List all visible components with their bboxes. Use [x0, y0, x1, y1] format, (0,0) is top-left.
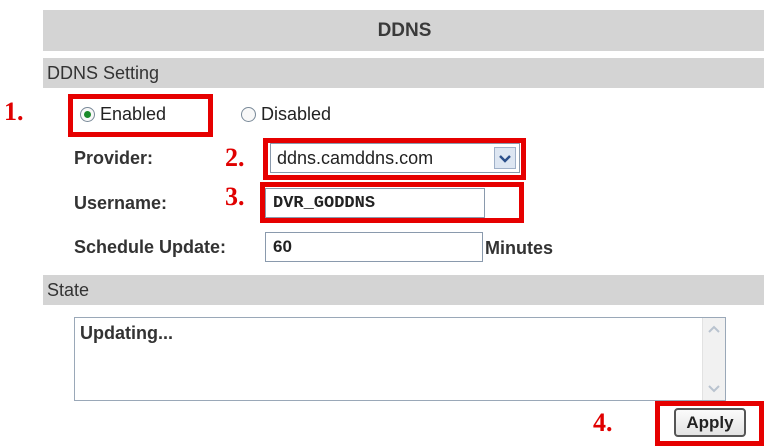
scroll-up-icon[interactable] [706, 321, 722, 337]
highlight-enabled-radio [68, 94, 213, 137]
username-label: Username: [74, 193, 168, 213]
schedule-update-label: Schedule Update: [74, 237, 227, 257]
page-title-bar: DDNS [43, 10, 764, 51]
page-title: DDNS [377, 19, 432, 41]
radio-disabled-icon[interactable] [241, 107, 256, 122]
schedule-update-input[interactable]: 60 [265, 232, 483, 262]
state-text: Updating... [80, 323, 173, 343]
ddns-setting-header: DDNS Setting [43, 58, 764, 88]
highlight-username-input [260, 182, 524, 223]
step-3-marker: 3. [225, 182, 245, 211]
ddns-setting-label: DDNS Setting [47, 62, 160, 83]
provider-label: Provider: [74, 148, 154, 168]
radio-disabled-label: Disabled [261, 104, 332, 124]
state-scrollbar[interactable] [702, 318, 725, 400]
step-1-marker: 1. [4, 97, 24, 126]
highlight-provider-select [263, 138, 526, 180]
schedule-update-value: 60 [273, 237, 292, 256]
state-textarea[interactable]: Updating... [74, 317, 726, 401]
scroll-down-icon[interactable] [706, 381, 722, 397]
radio-disabled[interactable]: Disabled [241, 104, 331, 125]
step-2-marker: 2. [225, 143, 245, 172]
highlight-apply-button [655, 401, 764, 446]
state-header: State [43, 275, 764, 305]
step-4-marker: 4. [593, 408, 613, 437]
state-label: State [47, 279, 90, 300]
schedule-units-label: Minutes [485, 238, 554, 258]
